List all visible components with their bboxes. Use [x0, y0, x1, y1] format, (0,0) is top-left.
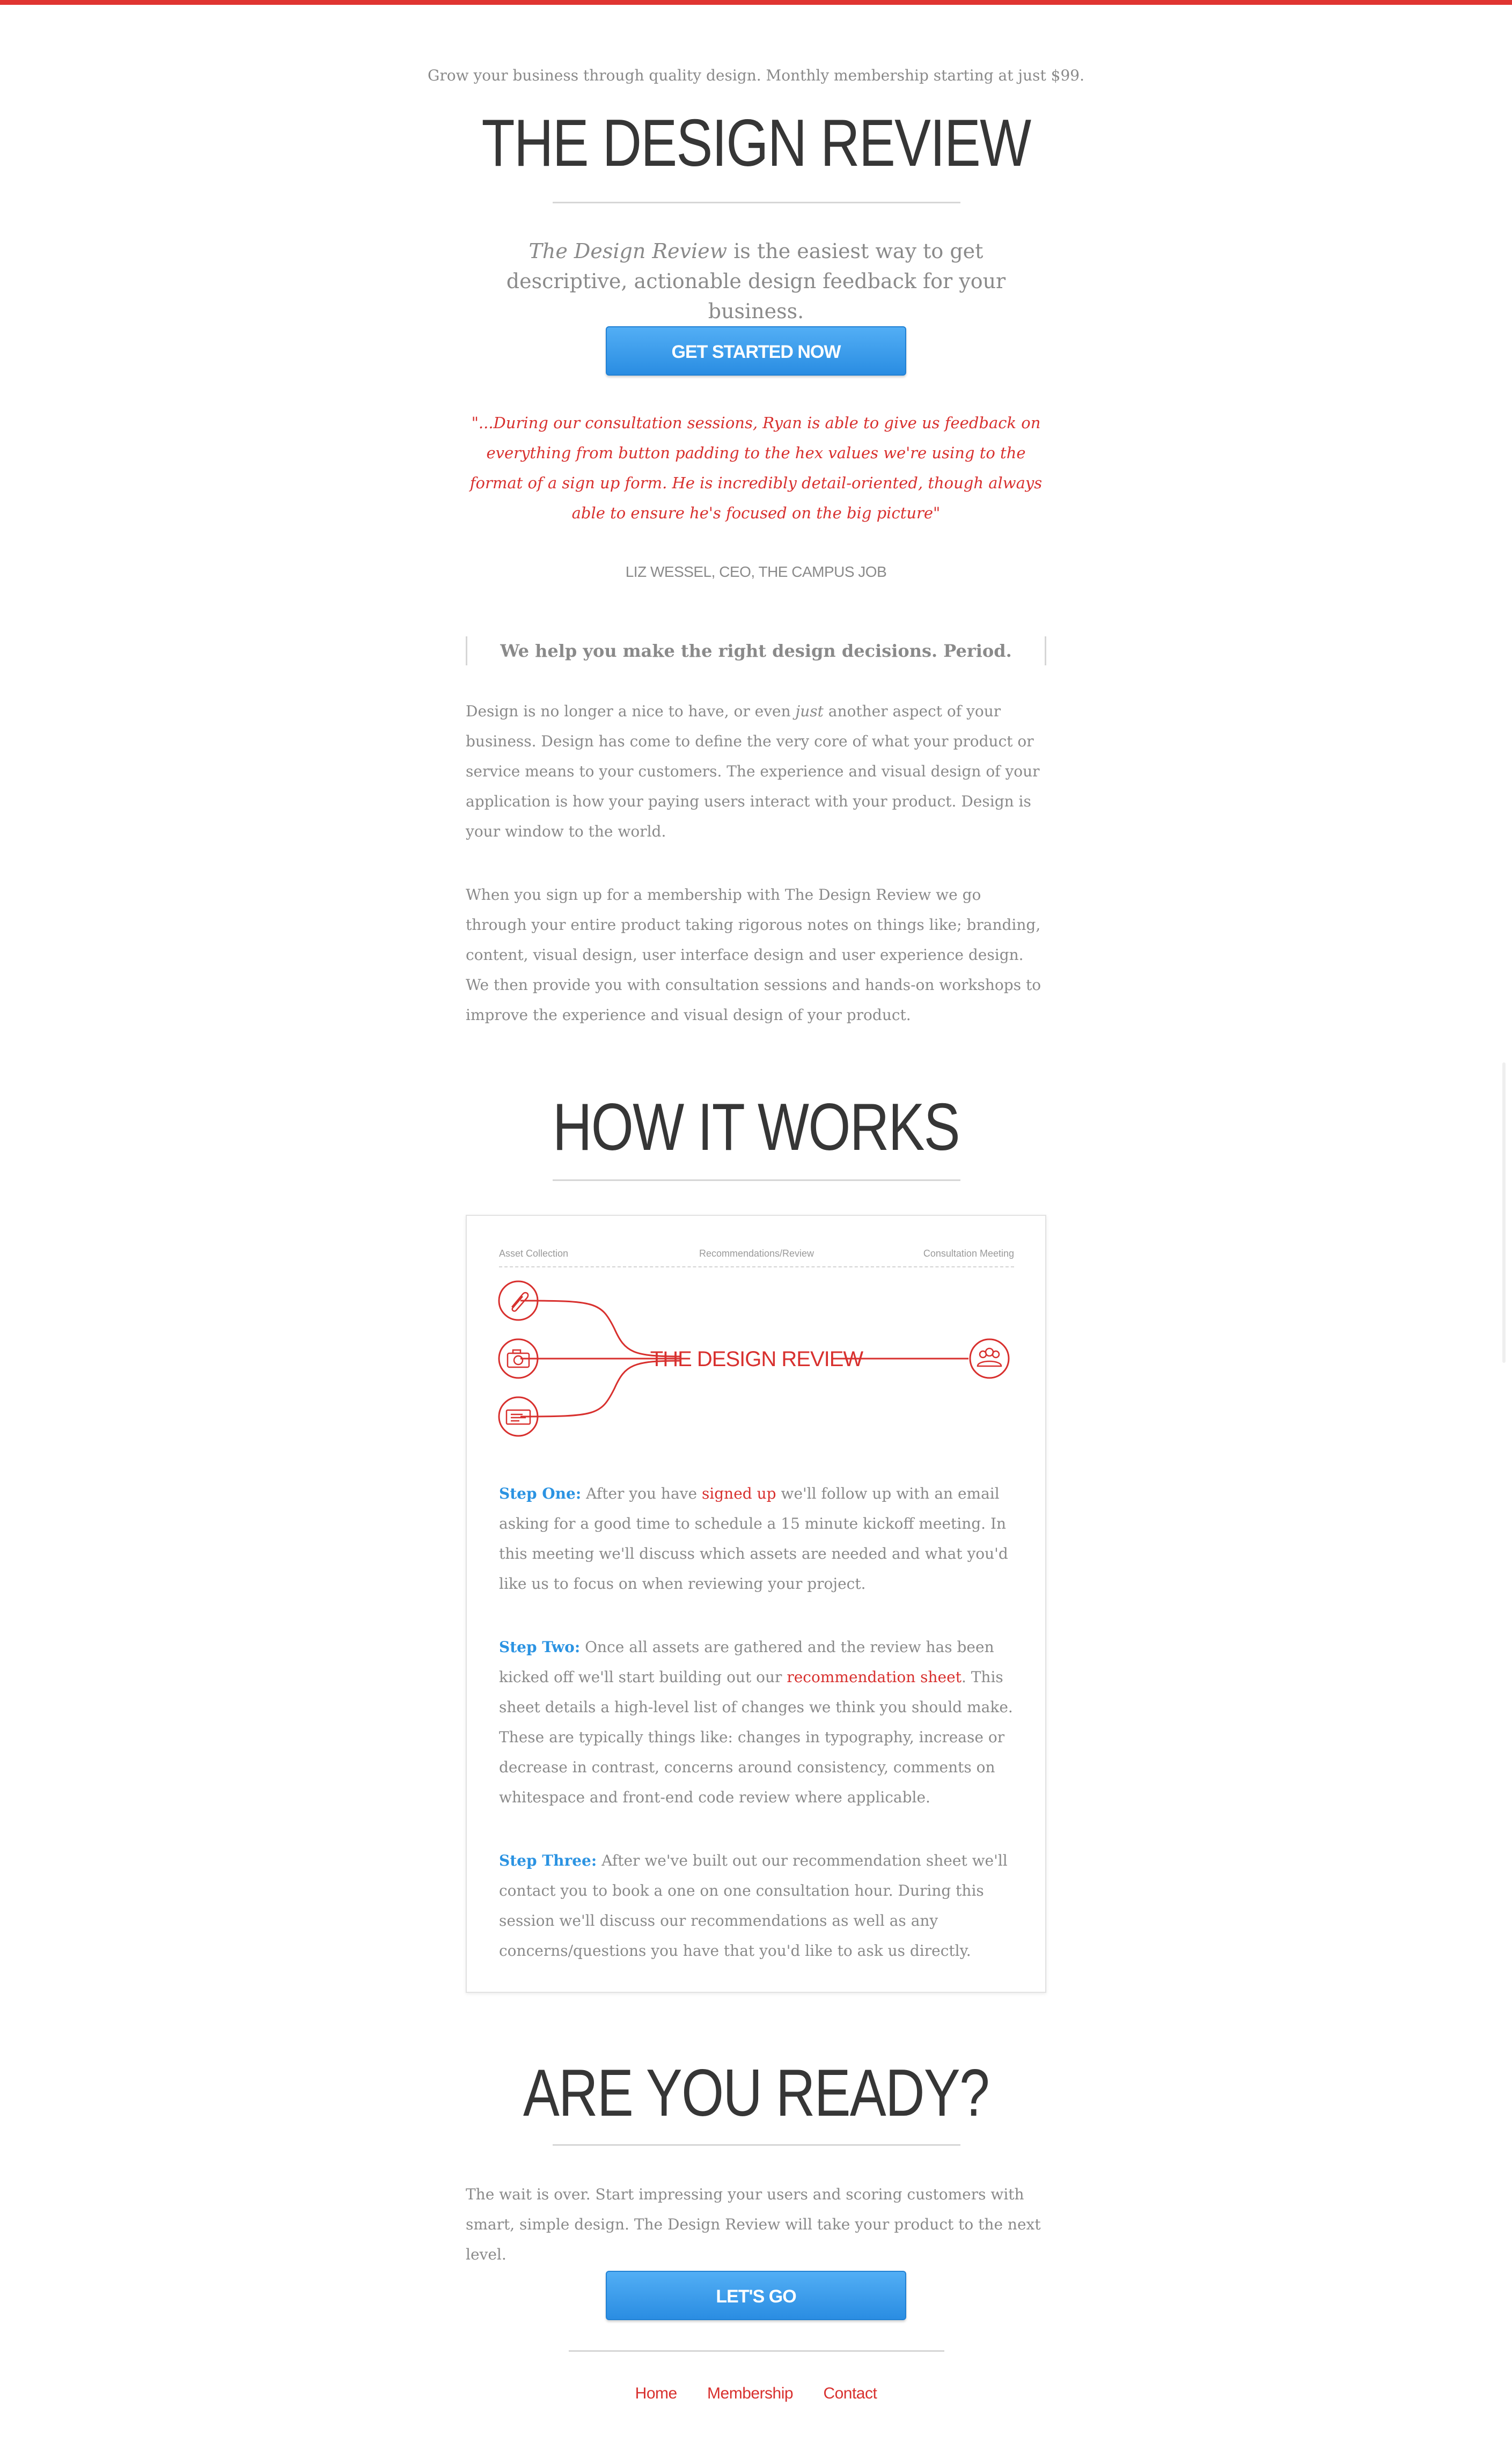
step-two: Step Two: Once all assets are gathered a… — [499, 1632, 1014, 1813]
step-three-label: Step Three: — [499, 1852, 597, 1869]
step-two-text-b: . This sheet details a high-level list o… — [499, 1668, 1013, 1806]
diagram-center-text: THE DESIGN REVIEW — [650, 1347, 864, 1371]
step-three: Step Three: After we've built out our re… — [499, 1846, 1014, 1966]
footer-link-membership[interactable]: Membership — [707, 2385, 794, 2402]
scrollbar-thumb[interactable] — [1502, 1062, 1506, 1363]
how-it-works-card: Asset Collection Recommendations/Review … — [466, 1215, 1046, 1993]
intro-p1-text-a: Design is no longer a nice to have, or e… — [466, 702, 796, 720]
how-it-works-title: HOW IT WORKS — [553, 1090, 960, 1164]
signed-up-link[interactable]: signed up — [702, 1485, 776, 1502]
footer-divider — [569, 2350, 944, 2352]
people-icon — [977, 1347, 1002, 1367]
step-one-text-a: After you have — [581, 1485, 702, 1502]
footer-link-home[interactable]: Home — [635, 2385, 678, 2402]
intro-paragraph-1: Design is no longer a nice to have, or e… — [466, 696, 1046, 847]
get-started-button[interactable]: GET STARTED NOW — [606, 326, 906, 376]
lede-emphasis: The Design Review — [529, 239, 728, 263]
intro-paragraph-2: When you sign up for a membership with T… — [466, 886, 1041, 1024]
footer-link-contact[interactable]: Contact — [823, 2385, 877, 2402]
testimonial-quote: "...During our consultation sessions, Ry… — [469, 414, 1043, 522]
page-title: THE DESIGN REVIEW — [481, 106, 1032, 180]
footer-nav: Home Membership Contact — [0, 2385, 1512, 2403]
lede: The Design Review is the easiest way to … — [472, 236, 1040, 326]
step-one-label: Step One: — [499, 1485, 582, 1502]
testimonial-attribution: LIZ WESSEL, CEO, THE CAMPUS JOB — [625, 563, 887, 580]
top-accent-bar — [0, 0, 1512, 5]
intro-p1-emphasis: just — [795, 702, 824, 720]
people-icon-circle — [969, 1338, 1010, 1379]
how-divider — [553, 1179, 960, 1181]
page: Grow your business through quality desig… — [0, 0, 1512, 2450]
ready-title: ARE YOU READY? — [523, 2056, 990, 2130]
process-diagram: THE DESIGN REVIEW — [498, 1280, 1010, 1437]
recommendation-sheet-link[interactable]: recommendation sheet — [787, 1668, 961, 1686]
intro-p1-text-b: another aspect of your business. Design … — [466, 702, 1040, 840]
pullquote: We help you make the right design decisi… — [466, 636, 1046, 665]
title-divider — [553, 202, 960, 203]
ready-divider — [553, 2144, 960, 2146]
step-two-label: Step Two: — [499, 1638, 581, 1656]
lets-go-button[interactable]: LET'S GO — [606, 2271, 906, 2320]
paperclip-icon — [511, 1292, 529, 1312]
step-one: Step One: After you have signed up we'll… — [499, 1479, 1014, 1599]
ready-text: The wait is over. Start impressing your … — [466, 2185, 1041, 2263]
tagline: Grow your business through quality desig… — [428, 67, 1084, 84]
